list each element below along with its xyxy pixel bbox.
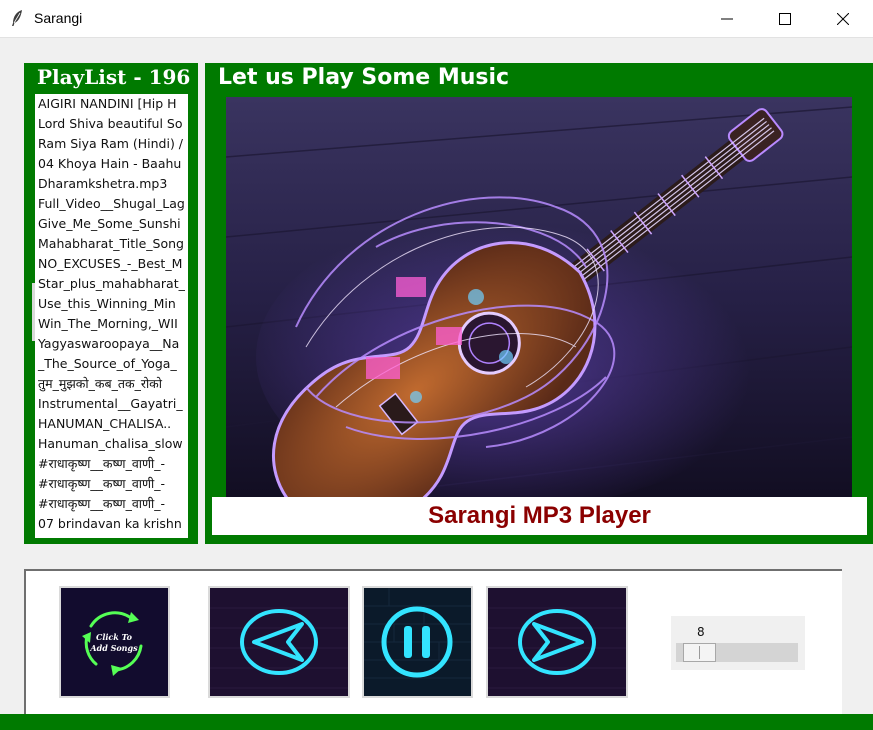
svg-text:Click To: Click To xyxy=(96,632,133,642)
playlist-item[interactable]: Full_Video__Shugal_Lag xyxy=(35,194,188,214)
playlist-item[interactable]: 04 Khoya Hain - Baahu xyxy=(35,154,188,174)
playlist-item[interactable]: Ram Siya Ram (Hindi) / xyxy=(35,134,188,154)
playlist-item[interactable]: Lord Shiva beautiful So xyxy=(35,114,188,134)
glowing-guitar-image xyxy=(226,97,852,497)
playlist-item[interactable]: AIGIRI NANDINI [Hip H xyxy=(35,94,188,114)
previous-icon xyxy=(210,588,348,696)
playlist-item[interactable]: Win_The_Morning,_WII xyxy=(35,314,188,334)
volume-value: 8 xyxy=(697,625,705,639)
playlist-item[interactable]: #राधाकृष्ण__कष्ण_वाणी_- xyxy=(35,454,188,474)
pause-icon xyxy=(364,588,471,696)
next-button[interactable] xyxy=(486,586,628,698)
previous-button[interactable] xyxy=(208,586,350,698)
playlist-item[interactable]: Mahabharat_Title_Song xyxy=(35,234,188,254)
close-button[interactable] xyxy=(814,0,872,37)
title-bar: Sarangi xyxy=(0,0,873,38)
playlist-item[interactable]: NO_EXCUSES_-_Best_M xyxy=(35,254,188,274)
add-songs-icon: Click To Add Songs xyxy=(61,588,168,696)
minimize-button[interactable] xyxy=(698,0,756,37)
controls-panel: Click To Add Songs 8 xyxy=(24,569,842,714)
feather-icon xyxy=(10,9,24,27)
playlist-item[interactable]: _The_Source_of_Yoga_ xyxy=(35,354,188,374)
next-icon xyxy=(488,588,626,696)
add-songs-button[interactable]: Click To Add Songs xyxy=(59,586,170,698)
playlist-item[interactable]: Instrumental__Gayatri_ xyxy=(35,394,188,414)
pause-button[interactable] xyxy=(362,586,473,698)
volume-slider[interactable]: 8 xyxy=(671,616,805,670)
minimize-icon xyxy=(721,18,733,19)
playlist-listbox[interactable]: AIGIRI NANDINI [Hip H Lord Shiva beautifu… xyxy=(35,94,188,538)
playlist-item[interactable]: Dharamkshetra.mp3 xyxy=(35,174,188,194)
player-label: Sarangi MP3 Player xyxy=(428,502,651,529)
playlist-item[interactable]: Yagyaswaroopaya__Na xyxy=(35,334,188,354)
playlist-title: PlayList - 196 xyxy=(37,65,191,89)
volume-trough[interactable] xyxy=(676,643,798,662)
player-frame: Let us Play Some Music Sarangi MP3 Playe… xyxy=(205,63,873,544)
playlist-item[interactable]: #राधाकृष्ण__कष्ण_वाणी_- xyxy=(35,474,188,494)
playlist-items: AIGIRI NANDINI [Hip H Lord Shiva beautifu… xyxy=(35,94,188,534)
playlist-item[interactable]: HANUMAN_CHALISA.. xyxy=(35,414,188,434)
player-label-area: Sarangi MP3 Player xyxy=(212,497,867,535)
playlist-item[interactable]: Give_Me_Some_Sunshi xyxy=(35,214,188,234)
playlist-frame: PlayList - 196 AIGIRI NANDINI [Hip H Lord… xyxy=(24,63,198,544)
player-title: Let us Play Some Music xyxy=(218,65,510,90)
playlist-item[interactable]: Hanuman_chalisa_slow xyxy=(35,434,188,454)
playlist-item[interactable]: Use_this_Winning_Min xyxy=(35,294,188,314)
playlist-item[interactable]: 07 brindavan ka krishn xyxy=(35,514,188,534)
playlist-item[interactable]: #राधाकृष्ण__कष्ण_वाणी_- xyxy=(35,494,188,514)
svg-text:Add Songs: Add Songs xyxy=(89,643,138,653)
maximize-button[interactable] xyxy=(756,0,814,37)
bottom-status-bar xyxy=(0,714,873,730)
maximize-icon xyxy=(779,12,791,25)
volume-handle[interactable] xyxy=(683,643,716,662)
close-icon xyxy=(837,12,849,25)
playlist-item[interactable]: Star_plus_mahabharat_ xyxy=(35,274,188,294)
window-title: Sarangi xyxy=(34,10,83,26)
playlist-item[interactable]: तुम_मुझको_कब_तक_रोको xyxy=(35,374,188,394)
